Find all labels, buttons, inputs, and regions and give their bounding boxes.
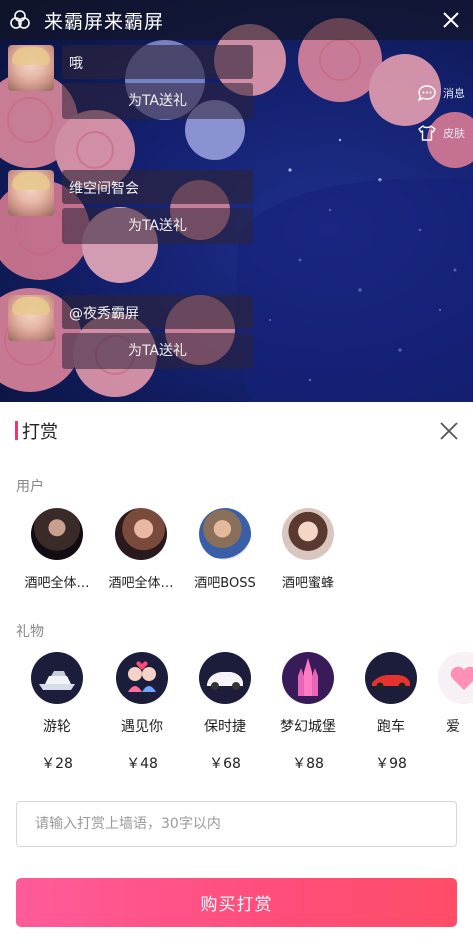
gift-list: 游轮 ￥28 遇见你 ￥48 保时捷 ￥68 梦幻城堡 ￥88 跑车 ￥98 爱 — [0, 652, 473, 782]
user-option[interactable]: 酒吧蜜蜂 — [268, 508, 348, 591]
wish-message-input[interactable] — [16, 801, 457, 847]
avatar — [115, 508, 167, 560]
avatar — [199, 508, 251, 560]
gift-price: ￥48 — [126, 756, 158, 772]
user-option[interactable]: 酒吧全体… — [101, 508, 181, 591]
skin-button[interactable]: 皮肤 — [417, 124, 465, 142]
couple-icon — [116, 652, 168, 704]
gift-price: ￥68 — [209, 756, 241, 772]
message-text: 哦 — [62, 45, 253, 79]
sheet-title: 打赏 — [22, 422, 58, 443]
red-car-icon — [365, 652, 417, 704]
user-name: 酒吧蜜蜂 — [281, 576, 334, 591]
buy-reward-button[interactable]: 购买打赏 — [16, 878, 457, 927]
user-name: 酒吧全体… — [108, 576, 174, 591]
send-gift-button[interactable]: 为TA送礼 — [62, 333, 253, 369]
skin-button-label: 皮肤 — [443, 127, 465, 140]
title-accent-bar — [15, 421, 18, 440]
gift-price: ￥88 — [292, 756, 324, 772]
user-option[interactable]: 酒吧全体… — [17, 508, 97, 591]
user-name: 酒吧全体… — [24, 576, 90, 591]
avatar[interactable] — [8, 45, 54, 91]
user-name: 酒吧BOSS — [194, 576, 256, 591]
message-text: 维空间智会 — [62, 170, 253, 204]
gift-option[interactable]: 保时捷 ￥68 — [189, 652, 261, 773]
gift-name: 保时捷 — [204, 719, 246, 735]
yacht-icon — [31, 652, 83, 704]
gift-option[interactable]: 爱 — [438, 652, 473, 753]
heart-icon — [438, 652, 473, 704]
gift-name: 跑车 — [377, 719, 405, 735]
close-icon[interactable] — [439, 8, 463, 32]
gift-name: 梦幻城堡 — [280, 719, 336, 735]
gift-price: ￥28 — [41, 756, 73, 772]
user-option[interactable]: 酒吧BOSS — [185, 508, 265, 591]
tshirt-icon — [418, 125, 436, 141]
gift-option[interactable]: 游轮 ￥28 — [21, 652, 93, 773]
close-icon[interactable] — [438, 420, 460, 442]
room-title: 来霸屏来霸屏 — [44, 10, 165, 33]
gifts-section-label: 礼物 — [16, 624, 44, 640]
message-text: @夜秀霸屏 — [62, 295, 253, 329]
chat-background: 来霸屏来霸屏 消息 皮肤 哦 为TA送礼 维空间智会 为TA送礼 @夜秀霸屏 为… — [0, 0, 473, 402]
avatar — [282, 508, 334, 560]
castle-icon — [282, 652, 334, 704]
users-section-label: 用户 — [16, 479, 44, 495]
gift-name: 爱 — [446, 719, 460, 735]
gift-name: 游轮 — [43, 719, 71, 735]
reward-sheet: 打赏 用户 酒吧全体… 酒吧全体… 酒吧BOSS 酒吧蜜蜂 礼物 游轮 ￥28 — [0, 402, 473, 946]
sports-car-icon — [199, 652, 251, 704]
gift-price: ￥98 — [375, 756, 407, 772]
gift-option[interactable]: 遇见你 ￥48 — [106, 652, 178, 773]
avatar[interactable] — [8, 295, 54, 341]
avatar — [31, 508, 83, 560]
top-bar: 来霸屏来霸屏 — [0, 0, 473, 40]
app-logo-icon — [0, 0, 40, 40]
message-button-label: 消息 — [443, 87, 465, 100]
gift-option[interactable]: 跑车 ￥98 — [355, 652, 427, 773]
send-gift-button[interactable]: 为TA送礼 — [62, 208, 253, 244]
gift-option[interactable]: 梦幻城堡 ￥88 — [272, 652, 344, 773]
send-gift-button[interactable]: 为TA送礼 — [62, 83, 253, 119]
gift-name: 遇见你 — [121, 719, 163, 735]
message-button[interactable]: 消息 — [417, 84, 465, 102]
chat-bubble-icon — [417, 85, 436, 102]
avatar[interactable] — [8, 170, 54, 216]
